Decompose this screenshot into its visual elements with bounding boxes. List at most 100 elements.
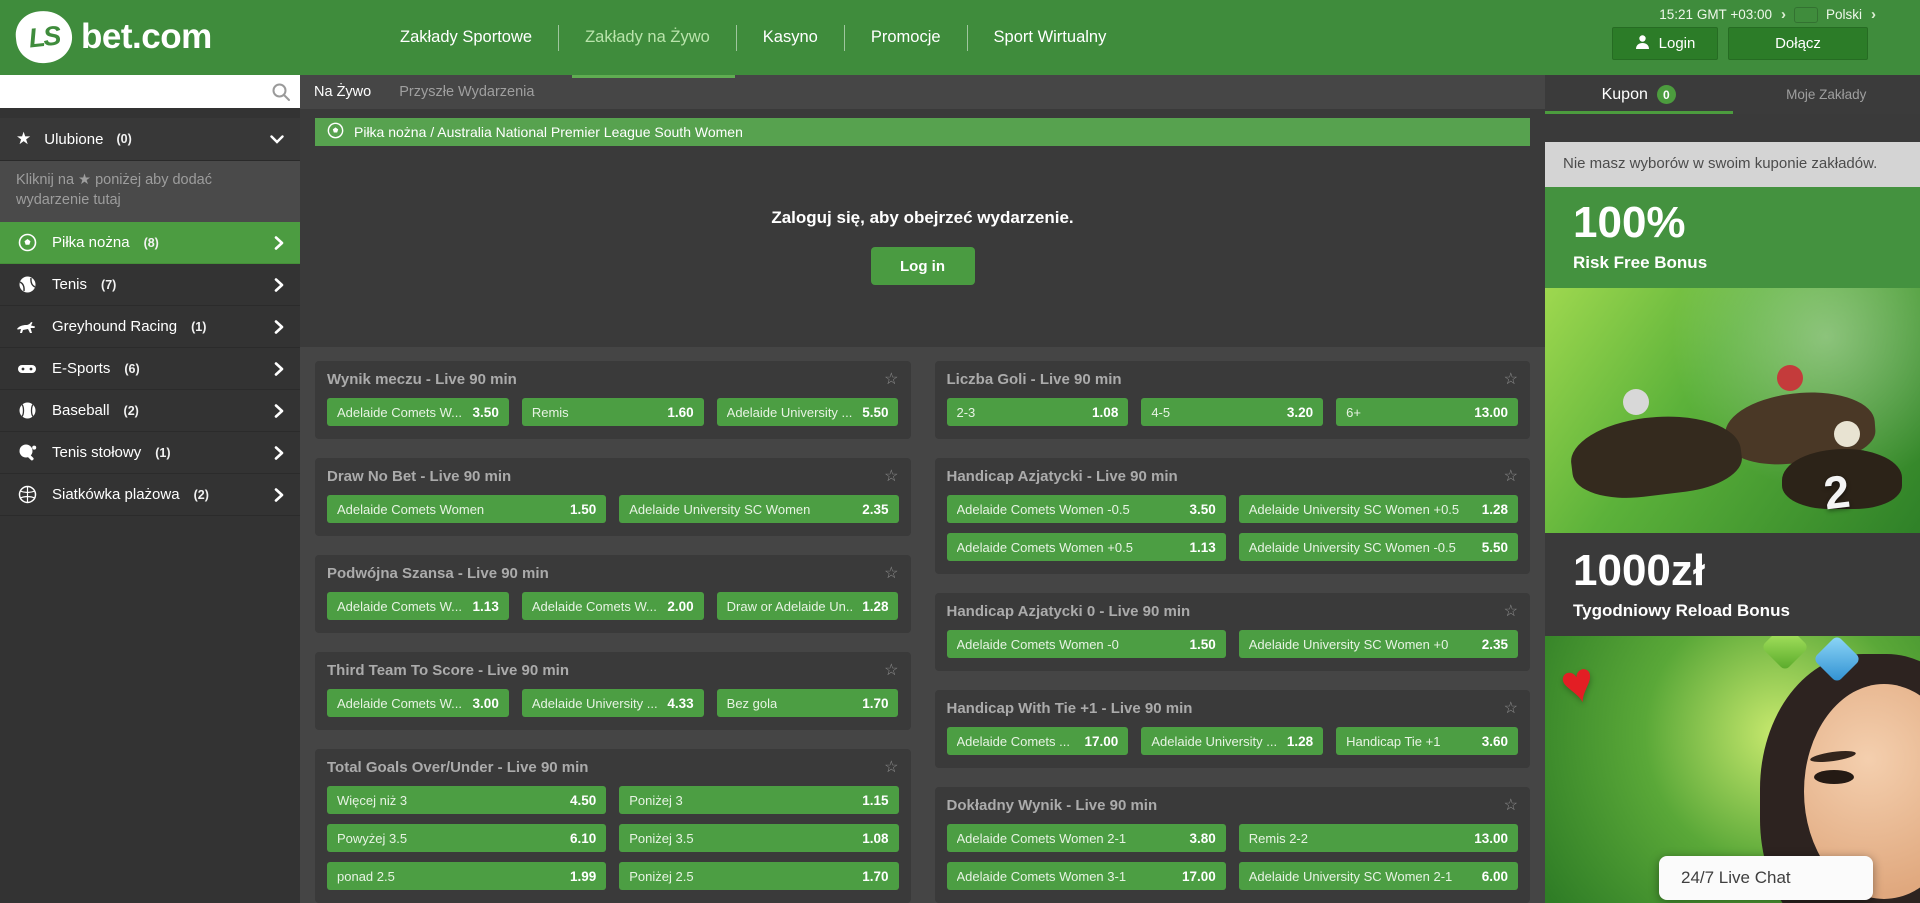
league-breadcrumb[interactable]: Piłka nożna / Australia National Premier… bbox=[315, 118, 1530, 146]
betslip-tabs: Kupon 0 Moje Zakłady bbox=[1545, 75, 1920, 114]
favorite-star-icon[interactable] bbox=[1504, 798, 1518, 814]
selection-label: Adelaide Comets W... bbox=[337, 405, 462, 420]
reload-bonus-banner[interactable]: 1000zł Tygodniowy Reload Bonus bbox=[1545, 533, 1920, 636]
tab-my-bets[interactable]: Moje Zakłady bbox=[1733, 75, 1920, 114]
chevron-right-icon bbox=[274, 488, 284, 502]
sidebar-item-label: E-Sports bbox=[52, 360, 110, 377]
odds-button[interactable]: Poniżej 2.5 1.70 bbox=[619, 862, 898, 890]
sidebar-item-tennis[interactable]: Tenis (7) bbox=[0, 264, 300, 306]
live-chat-button[interactable]: 24/7 Live Chat bbox=[1659, 856, 1873, 900]
selection-label: Adelaide Comets W... bbox=[337, 696, 462, 711]
odds-button[interactable]: 6+ 13.00 bbox=[1336, 398, 1518, 426]
nav-promotions[interactable]: Promocje bbox=[871, 28, 941, 47]
odds-button[interactable]: Draw or Adelaide Un... 1.28 bbox=[717, 592, 899, 620]
login-button[interactable]: Login bbox=[1612, 27, 1718, 60]
odds-button[interactable]: Powyżej 3.5 6.10 bbox=[327, 824, 606, 852]
risk-free-bonus-banner[interactable]: 100% Risk Free Bonus bbox=[1545, 187, 1920, 288]
soccer-ball-icon bbox=[327, 122, 344, 142]
odds-button[interactable]: Adelaide Comets ... 17.00 bbox=[947, 727, 1129, 755]
nav-separator bbox=[558, 25, 559, 51]
odds-button[interactable]: Poniżej 3 1.15 bbox=[619, 786, 898, 814]
horse-racing-promo-image[interactable]: 2 bbox=[1545, 288, 1920, 533]
odds-button[interactable]: Remis 2-2 13.00 bbox=[1239, 824, 1518, 852]
odds-button[interactable]: ponad 2.5 1.99 bbox=[327, 862, 606, 890]
odds-button[interactable]: Adelaide Comets Women -0.5 3.50 bbox=[947, 495, 1226, 523]
nav-sports-betting[interactable]: Zakłady Sportowe bbox=[400, 28, 532, 47]
sidebar-item-table-tennis[interactable]: Tenis stołowy (1) bbox=[0, 432, 300, 474]
main-navigation: Zakłady Sportowe Zakłady na Żywo Kasyno … bbox=[400, 0, 1106, 75]
language-selector[interactable]: Polski bbox=[1826, 7, 1862, 22]
odds-button[interactable]: Adelaide Comets Women -0 1.50 bbox=[947, 630, 1226, 658]
odds-button[interactable]: Adelaide Comets W... 3.00 bbox=[327, 689, 509, 717]
selection-odds: 1.13 bbox=[473, 599, 499, 614]
nav-casino[interactable]: Kasyno bbox=[763, 28, 818, 47]
sidebar-item-esports[interactable]: E-Sports (6) bbox=[0, 348, 300, 390]
odds-button[interactable]: Adelaide University SC Women 2.35 bbox=[619, 495, 898, 523]
selection-label: ponad 2.5 bbox=[337, 869, 395, 884]
odds-button[interactable]: Adelaide University SC Women 2-1 6.00 bbox=[1239, 862, 1518, 890]
odds-button[interactable]: Adelaide University SC Women +0 2.35 bbox=[1239, 630, 1518, 658]
sidebar-item-count: (8) bbox=[144, 236, 159, 250]
selection-label: 4-5 bbox=[1151, 405, 1170, 420]
odds-button[interactable]: 2-3 1.08 bbox=[947, 398, 1129, 426]
selection-odds: 1.70 bbox=[862, 869, 888, 884]
nav-separator bbox=[967, 25, 968, 51]
horse-silhouette bbox=[1567, 407, 1745, 505]
favorite-star-icon[interactable] bbox=[884, 566, 898, 582]
odds-button[interactable]: Adelaide University SC Women +0.5 1.28 bbox=[1239, 495, 1518, 523]
favorite-star-icon[interactable] bbox=[884, 760, 898, 776]
selection-odds: 3.50 bbox=[1189, 502, 1215, 517]
odds-button[interactable]: Handicap Tie +1 3.60 bbox=[1336, 727, 1518, 755]
sidebar-item-football[interactable]: Piłka nożna (8) bbox=[0, 222, 300, 264]
tab-live[interactable]: Na Żywo bbox=[314, 84, 371, 100]
odds-button[interactable]: Bez gola 1.70 bbox=[717, 689, 899, 717]
odds-button[interactable]: Remis 1.60 bbox=[522, 398, 704, 426]
market-card-goal-count: Liczba Goli - Live 90 min 2-3 1.08 4-5 3… bbox=[935, 361, 1531, 439]
sidebar-item-beach-volleyball[interactable]: Siatkówka plażowa (2) bbox=[0, 474, 300, 516]
live-tabs: Na Żywo Przyszłe Wydarzenia bbox=[300, 75, 1545, 109]
odds-button[interactable]: Adelaide Comets Women +0.5 1.13 bbox=[947, 533, 1226, 561]
selection-label: Adelaide University SC Women +0.5 bbox=[1249, 502, 1459, 517]
search-input[interactable] bbox=[0, 75, 300, 108]
odds-button[interactable]: Adelaide Comets Women 2-1 3.80 bbox=[947, 824, 1226, 852]
sidebar-item-count: (7) bbox=[101, 278, 116, 292]
tab-upcoming-events[interactable]: Przyszłe Wydarzenia bbox=[399, 84, 534, 100]
selection-odds: 1.08 bbox=[862, 831, 888, 846]
odds-button[interactable]: Więcej niż 3 4.50 bbox=[327, 786, 606, 814]
chevron-right-icon bbox=[274, 278, 284, 292]
odds-button[interactable]: 4-5 3.20 bbox=[1141, 398, 1323, 426]
nav-live-betting[interactable]: Zakłady na Żywo bbox=[585, 28, 710, 47]
favorite-star-icon[interactable] bbox=[1504, 372, 1518, 388]
odds-button[interactable]: Adelaide Comets Women 3-1 17.00 bbox=[947, 862, 1226, 890]
favorite-star-icon[interactable] bbox=[1504, 604, 1518, 620]
selection-label: Adelaide Comets Women 3-1 bbox=[957, 869, 1127, 884]
odds-button[interactable]: Adelaide University SC Women -0.5 5.50 bbox=[1239, 533, 1518, 561]
odds-button[interactable]: Adelaide University ... 4.33 bbox=[522, 689, 704, 717]
odds-button[interactable]: Poniżej 3.5 1.08 bbox=[619, 824, 898, 852]
sidebar-item-greyhound-racing[interactable]: Greyhound Racing (1) bbox=[0, 306, 300, 348]
favorite-star-icon[interactable] bbox=[884, 372, 898, 388]
log-in-button[interactable]: Log in bbox=[871, 247, 975, 285]
odds-button[interactable]: Adelaide Comets W... 3.50 bbox=[327, 398, 509, 426]
my-bets-tab-label: Moje Zakłady bbox=[1786, 87, 1866, 102]
search-icon[interactable] bbox=[271, 82, 291, 107]
favorite-star-icon[interactable] bbox=[884, 469, 898, 485]
nav-virtual-sports[interactable]: Sport Wirtualny bbox=[994, 28, 1107, 47]
site-logo[interactable]: LS bet.com bbox=[16, 11, 212, 63]
tab-coupon[interactable]: Kupon 0 bbox=[1545, 75, 1733, 114]
chevron-right-icon bbox=[274, 362, 284, 376]
odds-button[interactable]: Adelaide Comets W... 1.13 bbox=[327, 592, 509, 620]
market-card-draw-no-bet: Draw No Bet - Live 90 min Adelaide Comet… bbox=[315, 458, 911, 536]
odds-button[interactable]: Adelaide Comets Women 1.50 bbox=[327, 495, 606, 523]
favorite-star-icon[interactable] bbox=[884, 663, 898, 679]
odds-button[interactable]: Adelaide University ... 5.50 bbox=[717, 398, 899, 426]
favorites-header[interactable]: Ulubione (0) bbox=[0, 118, 300, 161]
sidebar-item-baseball[interactable]: Baseball (2) bbox=[0, 390, 300, 432]
join-button[interactable]: Dołącz bbox=[1728, 27, 1868, 60]
gem-icon bbox=[1761, 636, 1809, 671]
odds-button[interactable]: Adelaide Comets W... 2.00 bbox=[522, 592, 704, 620]
odds-button[interactable]: Adelaide University ... 1.28 bbox=[1141, 727, 1323, 755]
favorite-star-icon[interactable] bbox=[1504, 469, 1518, 485]
time-display[interactable]: 15:21 GMT +03:00 bbox=[1659, 7, 1772, 22]
favorite-star-icon[interactable] bbox=[1504, 701, 1518, 717]
